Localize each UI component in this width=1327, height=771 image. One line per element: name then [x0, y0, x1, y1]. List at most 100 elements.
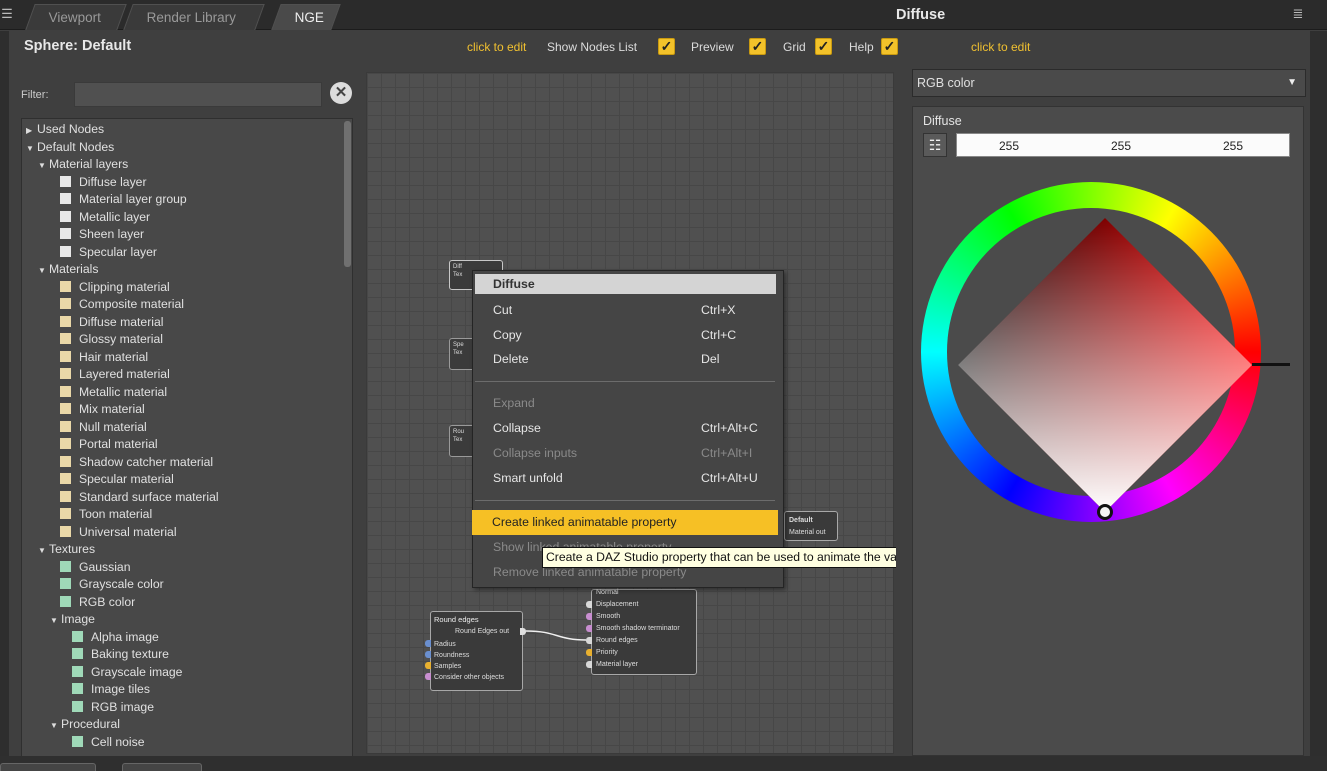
tree-scrollbar[interactable] — [344, 121, 351, 267]
tree-item-label: Diffuse material — [79, 314, 164, 329]
clear-filter-icon[interactable]: ✕ — [330, 82, 352, 104]
expand-arrow-icon[interactable]: ▼ — [38, 262, 49, 280]
click-to-edit-link-2[interactable]: click to edit — [971, 40, 1030, 54]
tree-item[interactable]: Hair material — [26, 349, 336, 367]
expand-arrow-icon[interactable]: ▼ — [38, 157, 49, 175]
menu-item-copy[interactable]: Copy Ctrl+C — [473, 323, 783, 348]
tree-item[interactable]: Universal material — [26, 524, 336, 542]
tab-nge[interactable]: NGE — [271, 4, 341, 30]
tree-item[interactable]: Metallic layer — [26, 209, 336, 227]
help-checkbox[interactable]: ✓ — [881, 38, 898, 55]
tree-item[interactable]: Specular layer — [26, 244, 336, 262]
collapse-arrow-icon[interactable]: ▶ — [26, 122, 37, 140]
tree-item[interactable]: RGB image — [26, 699, 336, 717]
node-type-swatch-icon — [60, 595, 71, 607]
tree-item[interactable]: ▼ Materials — [26, 261, 336, 279]
node-type-swatch-icon — [60, 420, 71, 432]
default-material-node[interactable]: Default Material out — [784, 511, 838, 541]
tree-item-label: Grayscale image — [91, 664, 183, 679]
node-type-swatch-icon — [72, 665, 83, 677]
tree-item[interactable]: ▼ Image — [26, 611, 336, 629]
tree-item[interactable]: ▶ Used Nodes — [26, 121, 336, 139]
bottom-tab[interactable] — [122, 763, 202, 771]
menu-item-expand[interactable]: Expand — [473, 391, 783, 416]
tree-item[interactable]: Diffuse layer — [26, 174, 336, 192]
expand-arrow-icon[interactable]: ▼ — [38, 542, 49, 560]
tab-bar: ☰ Viewport Render Library NGE ≣ — [0, 0, 1327, 30]
expand-arrow-icon[interactable]: ▼ — [26, 140, 37, 158]
color-mode-dropdown[interactable]: RGB color ▼ — [912, 69, 1306, 97]
click-to-edit-link[interactable]: click to edit — [467, 40, 526, 54]
menu-item-label: Cut — [493, 303, 513, 317]
tree-item[interactable]: Baking texture — [26, 646, 336, 664]
tree-item[interactable]: Portal material — [26, 436, 336, 454]
filter-input[interactable] — [74, 82, 322, 107]
tree-item[interactable]: ▼ Textures — [26, 541, 336, 559]
tree-item[interactable]: RGB color — [26, 594, 336, 612]
red-value[interactable]: 255 — [999, 139, 1019, 153]
tree-item[interactable]: ▼ Procedural — [26, 716, 336, 734]
color-selection-marker[interactable] — [1097, 504, 1113, 520]
tree-item[interactable]: Layered material — [26, 366, 336, 384]
menu-item-cut[interactable]: Cut Ctrl+X — [473, 298, 783, 323]
pane-options-icon[interactable]: ≣ — [1288, 4, 1308, 24]
expand-arrow-icon[interactable]: ▼ — [50, 612, 61, 630]
grid-checkbox[interactable]: ✓ — [815, 38, 832, 55]
tree-item[interactable]: Metallic material — [26, 384, 336, 402]
node-type-swatch-icon — [60, 403, 71, 414]
menu-item-create-linked-property[interactable]: Create linked animatable property — [472, 510, 778, 535]
saturation-value-diamond[interactable] — [955, 215, 1255, 519]
tree-item[interactable]: Alpha image — [26, 629, 336, 647]
nge-window: ☰ Viewport Render Library NGE ≣ Sphere: … — [0, 0, 1327, 771]
tree-item[interactable]: Glossy material — [26, 331, 336, 349]
tree-item-label: Gaussian — [79, 559, 131, 574]
tree-item-label: Mix material — [79, 402, 145, 416]
tree-item-label: Default Nodes — [37, 139, 115, 154]
rgb-values-field[interactable]: 255 255 255 — [956, 133, 1290, 157]
menu-item-collapse[interactable]: Collapse Ctrl+Alt+C — [473, 416, 783, 441]
editor-header: Sphere: Default click to edit Show Nodes… — [14, 31, 1310, 63]
menu-item-smart-unfold[interactable]: Smart unfold Ctrl+Alt+U — [473, 466, 783, 491]
node-type-swatch-icon — [72, 630, 83, 642]
menu-item-delete[interactable]: Delete Del — [473, 347, 783, 372]
tab-viewport[interactable]: Viewport — [25, 4, 127, 30]
tree-item[interactable]: Cell noise — [26, 734, 336, 752]
hue-marker[interactable] — [1252, 363, 1290, 366]
tree-item-label: Specular layer — [79, 244, 157, 259]
tree-item[interactable]: Gaussian — [26, 559, 336, 577]
tree-item[interactable]: Diffuse material — [26, 314, 336, 332]
tree-item[interactable]: Grayscale color — [26, 576, 336, 594]
menu-item-shortcut: Ctrl+Alt+U — [701, 471, 758, 485]
menu-item-label: Smart unfold — [493, 471, 563, 485]
tree-item[interactable]: ▼ Material layers — [26, 156, 336, 174]
node-type-swatch-icon — [60, 368, 71, 379]
bottom-tab[interactable] — [0, 763, 96, 771]
help-label: Help — [849, 40, 874, 54]
tab-render-library[interactable]: Render Library — [123, 4, 265, 30]
tree-item[interactable]: Grayscale image — [26, 664, 336, 682]
tree-item[interactable]: Clipping material — [26, 279, 336, 297]
green-value[interactable]: 255 — [1111, 139, 1131, 153]
tree-item[interactable]: Image tiles — [26, 681, 336, 699]
menu-icon[interactable]: ☰ — [0, 4, 14, 24]
menu-item-collapse-inputs[interactable]: Collapse inputs Ctrl+Alt+I — [473, 441, 783, 466]
show-nodes-list-checkbox[interactable]: ✓ — [658, 38, 675, 55]
tree-item-label: Diffuse layer — [79, 174, 147, 189]
tree-item-label: Shadow catcher material — [79, 454, 214, 469]
list-icon[interactable]: ☷ — [923, 133, 947, 157]
node-type-swatch-icon — [72, 648, 83, 659]
tree-item[interactable]: Toon material — [26, 506, 336, 524]
tree-item[interactable]: Null material — [26, 419, 336, 437]
tree-item[interactable]: Sheen layer — [26, 226, 336, 244]
tree-item[interactable]: ▼ Default Nodes — [26, 139, 336, 157]
tree-item[interactable]: Mix material — [26, 401, 336, 419]
tree-item[interactable]: Standard surface material — [26, 489, 336, 507]
tree-item[interactable]: Material layer group — [26, 191, 336, 209]
tree-item[interactable]: Composite material — [26, 296, 336, 314]
expand-arrow-icon[interactable]: ▼ — [50, 717, 61, 735]
tree-item[interactable]: Shadow catcher material — [26, 454, 336, 472]
preview-checkbox[interactable]: ✓ — [749, 38, 766, 55]
tree-item[interactable]: Specular material — [26, 471, 336, 489]
blue-value[interactable]: 255 — [1223, 139, 1243, 153]
nodes-list-panel: Filter: ✕ ▶ Used Nodes ▼ Default Nodes ▼ Mate… — [14, 70, 358, 758]
